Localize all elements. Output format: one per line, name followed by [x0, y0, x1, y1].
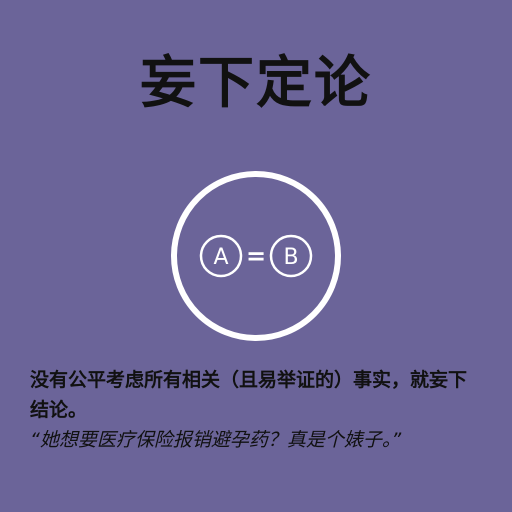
a-equals-b-circle-icon: A = B	[171, 171, 341, 341]
letter-a: A	[213, 245, 228, 270]
letter-b: B	[283, 245, 298, 270]
equals-sign: =	[246, 242, 266, 270]
page-title: 妄下定论	[140, 51, 372, 116]
description: 没有公平考虑所有相关（且易举证的）事实，就妄下结论。	[30, 369, 468, 421]
body-text: 没有公平考虑所有相关（且易举证的）事实，就妄下结论。 “她想要医疗保险报销避孕药…	[30, 365, 485, 455]
example-quote: “她想要医疗保险报销避孕药？真是个婊子。”	[30, 429, 402, 451]
